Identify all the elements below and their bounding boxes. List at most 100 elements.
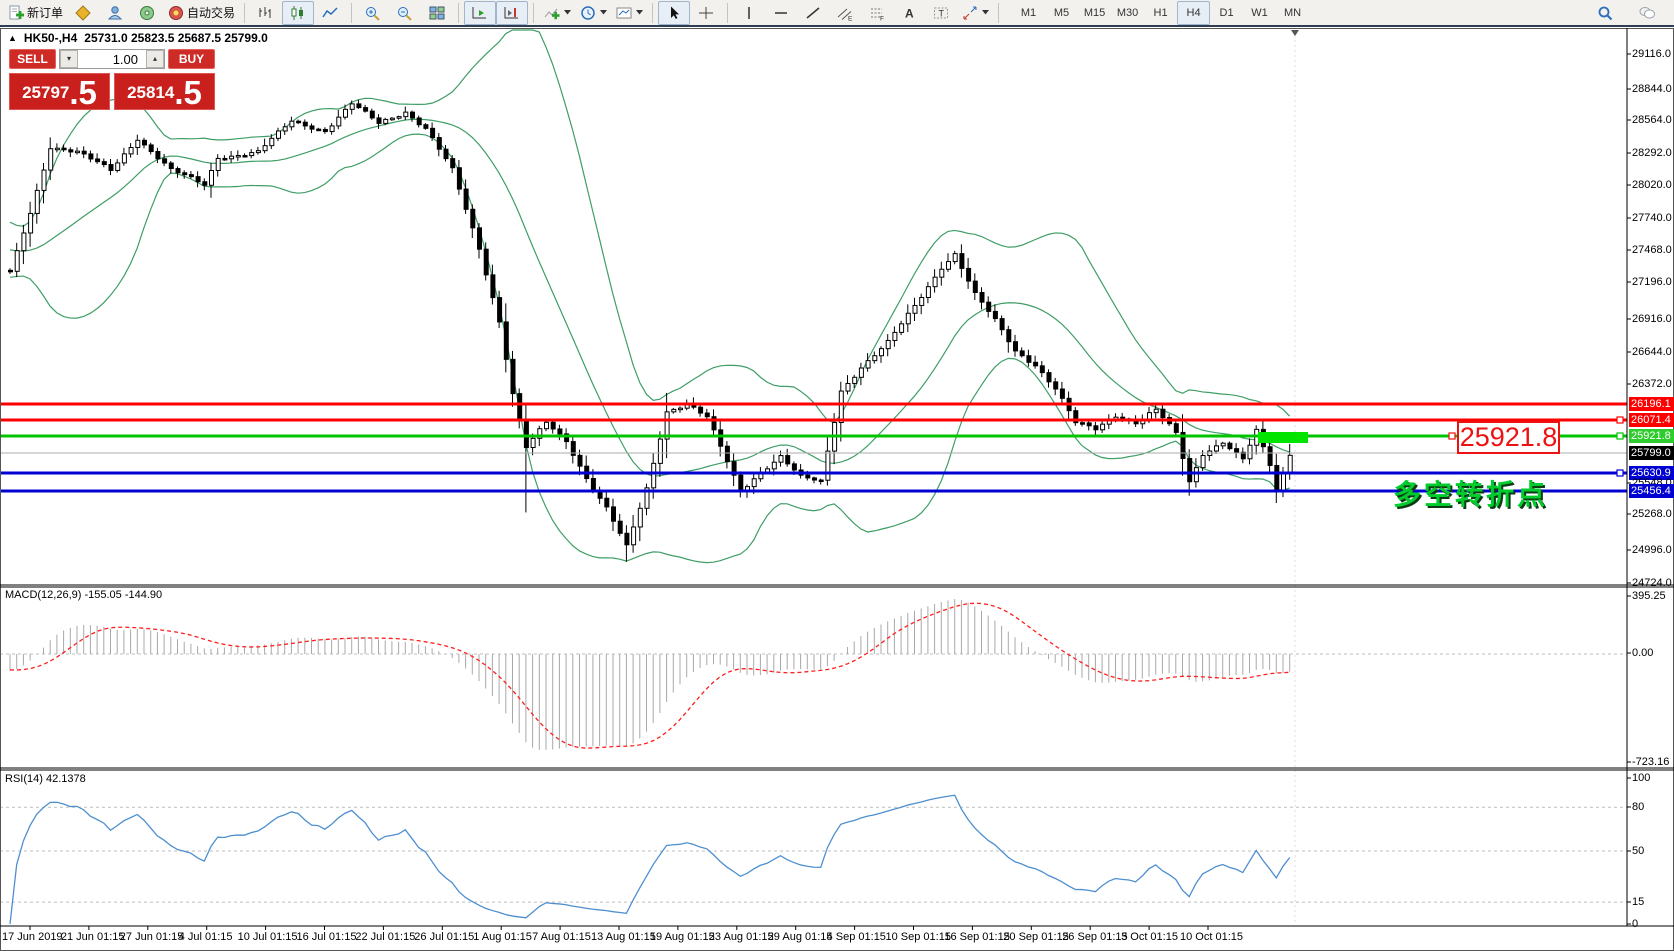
signal-icon xyxy=(138,5,156,21)
time-axis-label: 7 Aug 01:15 xyxy=(532,931,591,943)
timeframe-h4[interactable]: H4 xyxy=(1177,1,1210,25)
crosshair-button[interactable] xyxy=(690,1,722,25)
channel-icon: E xyxy=(836,5,854,21)
timeframe-m1[interactable]: M1 xyxy=(1012,1,1045,25)
time-axis-label: 10 Sep 01:15 xyxy=(886,931,951,943)
price-axis-label: 24996.0 xyxy=(1632,543,1672,557)
price-level-callout[interactable]: 25921.8 xyxy=(1457,421,1560,454)
time-axis-label: 29 Aug 01:15 xyxy=(768,931,833,943)
chat-button[interactable] xyxy=(1631,1,1663,25)
line-chart-button[interactable] xyxy=(314,1,346,25)
timeframe-m15[interactable]: M15 xyxy=(1078,1,1111,25)
ind-icon xyxy=(543,5,561,21)
autotrading-button[interactable]: 自动交易 xyxy=(163,1,239,25)
autotrading-button-label: 自动交易 xyxy=(187,4,235,21)
profile-button[interactable] xyxy=(99,1,131,25)
new-order-button[interactable]: 新订单 xyxy=(3,1,67,25)
price-axis-label: 28292.0 xyxy=(1632,146,1672,160)
bar-chart-button[interactable] xyxy=(250,1,282,25)
rsi-indicator-label: RSI(14) 42.1378 xyxy=(5,773,86,785)
rsi-axis-label: 0 xyxy=(1632,917,1638,931)
toolbar-separator xyxy=(727,3,728,23)
price-axis-label: 26916.0 xyxy=(1632,312,1672,326)
chat-icon xyxy=(1638,5,1656,21)
vline-icon xyxy=(740,5,758,21)
search-button[interactable] xyxy=(1589,1,1621,25)
volume-decrease-button[interactable]: ▾ xyxy=(60,50,78,68)
arrows-button[interactable] xyxy=(957,1,993,25)
svg-text:A: A xyxy=(905,6,914,20)
timeframe-w1[interactable]: W1 xyxy=(1243,1,1276,25)
equidistant-channel-button[interactable]: E xyxy=(829,1,861,25)
sell-button[interactable]: SELL xyxy=(9,49,56,69)
zoom-out-icon xyxy=(396,5,414,21)
cursor-button[interactable] xyxy=(658,1,690,25)
timeframe-d1[interactable]: D1 xyxy=(1210,1,1243,25)
time-axis-label: 20 Sep 01:15 xyxy=(1003,931,1068,943)
linechart-icon xyxy=(321,5,339,21)
crosshair-icon xyxy=(697,5,715,21)
buy-button[interactable]: BUY xyxy=(168,49,215,69)
chart-shift-button[interactable] xyxy=(496,1,528,25)
time-axis-label: 13 Aug 01:15 xyxy=(591,931,656,943)
volume-stepper: ▾ 1.00 ▴ xyxy=(59,49,165,69)
periods-button[interactable] xyxy=(575,1,611,25)
trend-line-button[interactable] xyxy=(797,1,829,25)
timeframe-h1[interactable]: H1 xyxy=(1144,1,1177,25)
one-click-trading-panel: SELL ▾ 1.00 ▴ BUY 25797.5 25814.5 xyxy=(9,49,215,110)
candlestick-chart-button[interactable] xyxy=(282,1,314,25)
zoom-in-button[interactable] xyxy=(357,1,389,25)
time-axis-label: 23 Aug 01:15 xyxy=(709,931,774,943)
price-axis-label: 25799.0 xyxy=(1629,446,1674,460)
chevron-down-icon xyxy=(636,10,643,15)
time-axis-label: 26 Jul 01:15 xyxy=(414,931,474,943)
timeframe-mn[interactable]: MN xyxy=(1276,1,1309,25)
toolbar: 新订单 自动交易 EFAT M1M5M15M30H1H4D1W1MN xyxy=(0,0,1674,27)
candles-icon xyxy=(289,5,307,21)
time-axis-label: 19 Aug 01:15 xyxy=(650,931,715,943)
zoom-in-icon xyxy=(364,5,382,21)
time-axis-label: 27 Jun 01:15 xyxy=(120,931,184,943)
templates-button[interactable] xyxy=(611,1,647,25)
timeframe-group: M1M5M15M30H1H4D1W1MN xyxy=(1012,1,1309,25)
sell-price[interactable]: 25797.5 xyxy=(9,73,110,110)
text-label-button[interactable]: T xyxy=(925,1,957,25)
autoscroll-icon xyxy=(471,5,489,21)
macd-axis-label: -723.16 xyxy=(1632,755,1669,769)
volume-increase-button[interactable]: ▴ xyxy=(146,50,164,68)
chart-symbol-period: HK50-,H4 xyxy=(24,31,77,45)
time-axis-label: 22 Jul 01:15 xyxy=(355,931,415,943)
fibonacci-button[interactable]: F xyxy=(861,1,893,25)
vertical-line-button[interactable] xyxy=(733,1,765,25)
buy-price-main: 25814 xyxy=(127,80,174,106)
collapse-panel-icon[interactable]: ▲ xyxy=(8,33,17,43)
price-axis-label: 28564.0 xyxy=(1632,113,1672,127)
buy-price[interactable]: 25814.5 xyxy=(114,73,215,110)
toolbar-separator xyxy=(652,3,653,23)
template-icon xyxy=(615,5,633,21)
price-axis-label: 25456.4 xyxy=(1629,484,1674,498)
volume-value[interactable]: 1.00 xyxy=(78,50,146,68)
price-axis-label: 25268.0 xyxy=(1632,507,1672,521)
time-axis-label: 1 Aug 01:15 xyxy=(473,931,532,943)
textA-icon: A xyxy=(900,5,918,21)
timeframe-m30[interactable]: M30 xyxy=(1111,1,1144,25)
zoom-out-button[interactable] xyxy=(389,1,421,25)
shift-icon xyxy=(503,5,521,21)
horizontal-line-button[interactable] xyxy=(765,1,797,25)
tile-windows-button[interactable] xyxy=(421,1,453,25)
time-axis-label: 26 Sep 01:15 xyxy=(1062,931,1127,943)
price-axis-label: 26644.0 xyxy=(1632,345,1672,359)
buy-price-frac: .5 xyxy=(174,78,202,108)
text-button[interactable]: A xyxy=(893,1,925,25)
price-axis-label: 25921.8 xyxy=(1629,429,1674,443)
auto-scroll-button[interactable] xyxy=(464,1,496,25)
chevron-down-icon xyxy=(564,10,571,15)
arrows-icon xyxy=(961,5,979,21)
timeframe-m5[interactable]: M5 xyxy=(1045,1,1078,25)
indicators-button[interactable] xyxy=(539,1,575,25)
macd-indicator-label: MACD(12,26,9) -155.05 -144.90 xyxy=(5,589,162,601)
signals-button[interactable] xyxy=(131,1,163,25)
toolbar-separator xyxy=(533,3,534,23)
metaeditor-button[interactable] xyxy=(67,1,99,25)
